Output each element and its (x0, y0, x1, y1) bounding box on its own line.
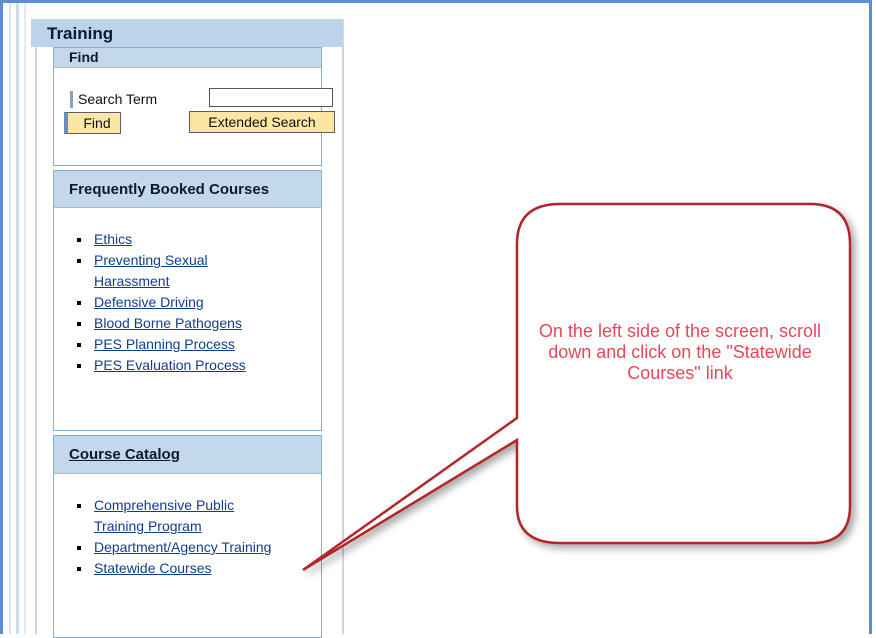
callout-shape (302, 202, 852, 572)
callout-bubble (302, 202, 852, 572)
callout-text: On the left side of the screen, scroll d… (538, 321, 822, 383)
